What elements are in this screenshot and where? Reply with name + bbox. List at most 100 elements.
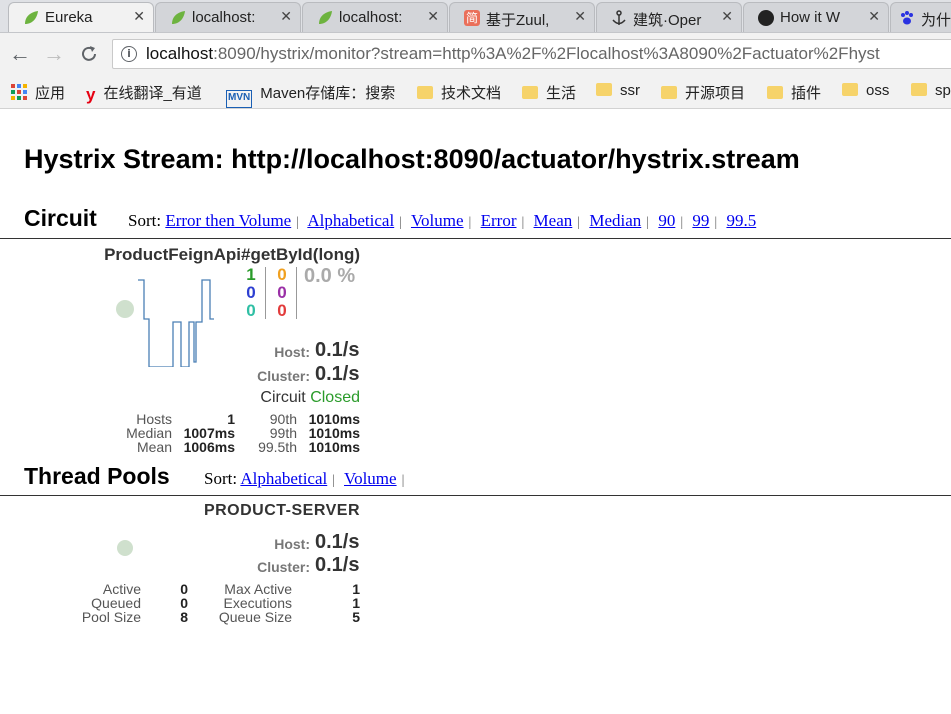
circuit-name: ProductFeignApi#getById(long) <box>104 245 360 264</box>
sort-alphabetical-link[interactable]: Alphabetical <box>307 211 394 230</box>
tab-zuul-article[interactable]: 简 基于Zuul, ✕ <box>449 2 595 32</box>
sort-volume-link[interactable]: Volume <box>344 469 397 488</box>
tab-title: localhost: <box>192 9 256 26</box>
page-title: Hystrix Stream: http://localhost:8090/ac… <box>24 144 800 174</box>
thread-pool-name: PRODUCT-SERVER <box>203 502 360 519</box>
cluster-rate-label: Cluster: <box>257 368 310 384</box>
pool-size-label: Pool Size <box>81 609 141 625</box>
count-divider <box>296 267 297 319</box>
sort-99-link[interactable]: 99 <box>692 211 709 230</box>
folder-icon <box>911 83 927 96</box>
bookmark-label: 应用 <box>35 85 66 102</box>
baidu-paw-icon <box>899 10 915 26</box>
circuit-status-value: Closed <box>310 389 360 406</box>
tab-title: 基于Zuul, <box>486 12 550 29</box>
tab-title: 为什 <box>921 12 951 29</box>
maven-icon: MVN <box>226 90 253 108</box>
host-rate-label: Host: <box>274 536 310 552</box>
tab-title: How it W <box>780 9 840 26</box>
folder-icon <box>842 83 858 96</box>
sort-error-then-volume-link[interactable]: Error then Volume <box>165 211 291 230</box>
forward-arrow-icon[interactable]: → <box>42 42 66 66</box>
bookmark-sp[interactable]: sp <box>911 82 951 102</box>
short-circuited-count: 0 <box>246 283 256 302</box>
info-icon[interactable]: i <box>121 46 137 62</box>
mean-value: 1006ms <box>183 439 235 455</box>
bookmark-maven[interactable]: MVN Maven存储库：搜索 <box>226 82 396 108</box>
tab-eureka[interactable]: Eureka ✕ <box>8 2 154 32</box>
bookmark-label: 开源项目 <box>685 85 746 102</box>
sort-median-link[interactable]: Median <box>589 211 641 230</box>
reload-icon[interactable] <box>77 42 101 66</box>
spring-leaf-icon <box>170 10 186 26</box>
bookmark-youdao[interactable]: y 在线翻译_有道 <box>86 82 202 104</box>
sort-volume-link[interactable]: Volume <box>411 211 464 230</box>
error-percentage: 0.0 % <box>304 265 356 287</box>
close-icon[interactable]: ✕ <box>868 8 880 25</box>
folder-icon <box>767 86 783 99</box>
circuit-status: Circuit Closed <box>200 389 360 407</box>
count-divider <box>265 267 266 319</box>
tab-github[interactable]: How it W ✕ <box>743 2 889 32</box>
request-rate-sparkline <box>138 279 214 367</box>
bookmark-life[interactable]: 生活 <box>522 82 576 102</box>
sort-label: Sort: <box>204 469 238 488</box>
sort-alphabetical-link[interactable]: Alphabetical <box>240 469 327 488</box>
health-circle <box>116 300 134 318</box>
tab-localhost-2[interactable]: localhost: ✕ <box>302 2 448 32</box>
hystrix-dashboard: Hystrix Stream: http://localhost:8090/ac… <box>0 109 951 714</box>
circuit-status-label: Circuit <box>260 389 306 406</box>
queue-size-value: 5 <box>352 609 360 625</box>
bad-request-count: 0 <box>246 301 256 320</box>
sort-mean-link[interactable]: Mean <box>534 211 573 230</box>
tab-architecture[interactable]: 建筑·Oper ✕ <box>596 2 742 32</box>
sort-99-5-link[interactable]: 99.5 <box>726 211 756 230</box>
bookmark-open-source[interactable]: 开源项目 <box>661 82 745 102</box>
github-icon <box>758 10 774 26</box>
timeout-count: 0 <box>277 265 287 284</box>
bookmark-label: Maven存储库：搜索 <box>260 85 396 102</box>
tab-localhost-1[interactable]: localhost: ✕ <box>155 2 301 32</box>
bookmark-tech-docs[interactable]: 技术文档 <box>417 82 501 102</box>
success-count: 1 <box>246 265 256 284</box>
sort-90-link[interactable]: 90 <box>658 211 675 230</box>
bookmark-label: oss <box>866 82 890 99</box>
thread-pools-divider <box>0 495 951 496</box>
bookmarks-bar: 应用 y 在线翻译_有道 MVN Maven存储库：搜索 技术文档 生活 ssr 开… <box>0 76 951 109</box>
address-bar[interactable]: i localhost:8090/hystrix/monitor?stream=… <box>112 39 951 69</box>
p995-value: 1010ms <box>308 439 360 455</box>
health-circle <box>117 540 133 556</box>
thread-pools-heading: Thread Pools <box>24 463 170 489</box>
tab-title: Eureka <box>45 9 93 26</box>
tab-title: localhost: <box>339 9 403 26</box>
cluster-rate-label: Cluster: <box>257 559 310 575</box>
bookmark-oss[interactable]: oss <box>842 82 889 102</box>
close-icon[interactable]: ✕ <box>574 8 586 25</box>
circuit-sort-bar: Sort: Error then Volume | Alphabetical | V… <box>128 211 757 230</box>
bookmark-ssr[interactable]: ssr <box>596 82 640 102</box>
bookmark-label: ssr <box>620 82 640 99</box>
close-icon[interactable]: ✕ <box>427 8 439 25</box>
tab-title: 建筑·Oper <box>633 12 702 29</box>
close-icon[interactable]: ✕ <box>721 8 733 25</box>
folder-icon <box>522 86 538 99</box>
jianshu-icon: 简 <box>464 10 480 26</box>
pool-size-value: 8 <box>180 609 188 625</box>
folder-icon <box>417 86 433 99</box>
apps-grid-icon <box>11 84 27 100</box>
bookmark-label: 插件 <box>791 85 822 102</box>
cluster-rate-value: 0.1/s <box>315 363 360 385</box>
spring-leaf-icon <box>23 10 39 26</box>
tab-baidu[interactable]: 为什 <box>890 2 951 32</box>
queue-size-label: Queue Size <box>218 609 292 625</box>
folder-icon <box>596 83 612 96</box>
bookmark-plugins[interactable]: 插件 <box>767 82 821 102</box>
browser-tab-strip: Eureka ✕ localhost: ✕ localhost: ✕ 简 基于Z… <box>0 0 951 33</box>
host-rate-value: 0.1/s <box>315 339 360 361</box>
bookmark-apps[interactable]: 应用 <box>11 82 65 102</box>
close-icon[interactable]: ✕ <box>280 8 292 25</box>
back-arrow-icon[interactable]: ← <box>8 42 32 66</box>
p995-label: 99.5th <box>258 439 297 455</box>
sort-error-link[interactable]: Error <box>481 211 517 230</box>
close-icon[interactable]: ✕ <box>133 8 145 25</box>
